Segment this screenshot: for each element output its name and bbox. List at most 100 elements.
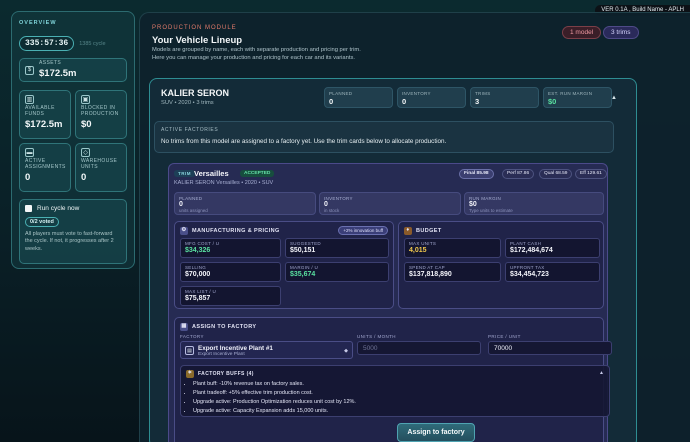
assign-to-factory-button[interactable]: Assign to factory [397, 423, 475, 442]
run-cycle-description: All players must vote to fast-forward th… [25, 231, 114, 252]
star-icon: ✶ [186, 370, 194, 378]
run-cycle-card: Run cycle now 0/2 voted All players must… [19, 199, 127, 264]
assets-label: ASSETS [39, 60, 62, 67]
money-icon: $ [25, 65, 34, 75]
sidebar-title: OVERVIEW [19, 20, 57, 26]
trim-stat-run-margin: RUN MARGIN $0 Type units to estimate [464, 192, 604, 215]
gear-icon: ⚙ [180, 227, 188, 235]
stat-value: 0 [179, 201, 183, 208]
active-factories-text: No trims from this model are assigned to… [161, 138, 447, 145]
factory-select-sub: Export Incentive Plant [198, 352, 245, 357]
active-assignments-card: ▬ ACTIVE ASSIGNMENTS 0 [19, 143, 71, 192]
max-units-cell: MAX UNITS 4,015 [404, 238, 501, 258]
innovation-buff-badge: +2% innovation buff [338, 226, 388, 235]
price-label: PRICE / UNIT [488, 334, 521, 339]
plant-cash-cell: PLANT CASH $172,484,674 [505, 238, 600, 258]
list-item: Plant tradeoff: +5% effective trim produ… [193, 389, 356, 398]
page-title: Your Vehicle Lineup [152, 35, 243, 46]
model-name: KALIER SERON [161, 88, 230, 98]
available-funds-card: ▥ AVAILABLE FUNDS $172.5m [19, 90, 71, 139]
stat-value: $0 [548, 97, 557, 106]
cell-label: MFG COST / U [185, 241, 220, 246]
available-funds-value: $172.5m [25, 118, 63, 130]
run-cycle-checkbox[interactable] [25, 205, 32, 212]
model-card: KALIER SERON SUV • 2020 • 3 trims PLANNE… [149, 78, 637, 442]
run-cycle-label: Run cycle now [37, 205, 80, 212]
run-cycle-toggle[interactable]: Run cycle now [25, 205, 121, 212]
cell-label: PLANT CASH [510, 241, 542, 246]
model-stat-trims: TRIMS 3 [470, 87, 539, 108]
stat-label: TRIMS [475, 91, 491, 96]
units-input[interactable]: 5000 [357, 341, 481, 355]
model-count-pill: 1 model [562, 26, 602, 39]
manufacturing-title: MANUFACTURING & PRICING [192, 228, 280, 234]
factory-select-name: Export Incentive Plant #1 [198, 345, 273, 352]
factory-select[interactable]: ▤ Export Incentive Plant #1 Export Incen… [180, 341, 353, 359]
flame-icon: ♦ [404, 227, 412, 235]
selling-cell: SELLING $70,000 [180, 262, 281, 282]
truck-icon: ▬ [25, 148, 34, 157]
list-item: Upgrade active: Capacity Expansion adds … [193, 407, 356, 416]
factory-label: FACTORY [180, 334, 204, 339]
active-assignments-label: ACTIVE ASSIGNMENTS [25, 158, 66, 170]
active-factories-box: ACTIVE FACTORIES No trims from this mode… [154, 121, 614, 153]
upfront-tax-cell: UPFRONT TAX $34,454,723 [505, 262, 600, 282]
stat-value: 0 [402, 97, 407, 106]
stat-value: 0 [329, 97, 334, 106]
blocked-label: BLOCKED IN PRODUCTION [81, 105, 119, 117]
cell-value: $34,454,723 [510, 271, 549, 278]
chevron-up-icon[interactable]: ▲ [599, 370, 604, 376]
cell-label: MARGIN / U [290, 265, 319, 270]
cell-value: $34,326 [185, 247, 211, 254]
cell-value: $35,674 [290, 271, 316, 278]
trim-stat-planned: PLANNED 0 units assigned [174, 192, 316, 215]
warehouse-label: WAREHOUSE UNITS [81, 158, 118, 170]
active-factories-title: ACTIVE FACTORIES [161, 127, 219, 133]
available-funds-label: AVAILABLE FUNDS [25, 105, 55, 117]
assign-factory-panel: ▦ ASSIGN TO FACTORY FACTORY UNITS / MONT… [174, 317, 612, 442]
overview-sidebar: OVERVIEW 335:57:36 1385 cycle $ ASSETS $… [11, 11, 135, 269]
factory-buffs-list: Plant buff: -10% revenue tax on factory … [193, 380, 356, 416]
cell-value: $70,000 [185, 271, 211, 278]
spend-at-cap-cell: SPEND AT CAP $137,818,890 [404, 262, 501, 282]
margin-cell: MARGIN / U $35,674 [285, 262, 389, 282]
stat-label: INVENTORY [402, 91, 431, 96]
model-stat-margin: EST. RUN MARGIN $0 [543, 87, 612, 108]
cycle-timer-row: 335:57:36 1385 cycle [19, 36, 127, 51]
cell-label: SUGGESTED [290, 241, 321, 246]
score-qual: Qual 68.59 [539, 169, 573, 179]
model-stat-planned: PLANNED 0 [324, 87, 393, 108]
warehouse-value: 0 [81, 171, 87, 183]
cell-value: $50,151 [290, 247, 316, 254]
stat-sub: in stock [324, 208, 340, 213]
stat-value: 0 [324, 201, 328, 208]
mfg-cost-cell: MFG COST / U $34,326 [180, 238, 281, 258]
manufacturing-panel: ⚙ MANUFACTURING & PRICING +2% innovation… [174, 221, 394, 309]
budget-panel: ♦ BUDGET MAX UNITS 4,015 PLANT CASH $172… [398, 221, 604, 309]
cell-value: $137,818,890 [409, 271, 452, 278]
manufacturing-header: ⚙ MANUFACTURING & PRICING [180, 227, 280, 235]
factory-buffs-header[interactable]: ✶ FACTORY BUFFS (4) [186, 370, 254, 378]
factory-buffs-box: ✶ FACTORY BUFFS (4) ▲ Plant buff: -10% r… [180, 365, 610, 417]
chevron-up-icon[interactable]: ▲ [611, 95, 617, 101]
cell-value: $172,484,674 [510, 247, 553, 254]
factory-icon: ▦ [180, 323, 188, 331]
max-list-cell: MAX LIST / U $75,857 [180, 286, 281, 306]
bank-icon: ▥ [25, 95, 34, 104]
cell-label: MAX UNITS [409, 241, 437, 246]
active-assignments-value: 0 [25, 171, 31, 183]
assign-title: ASSIGN TO FACTORY [192, 324, 257, 330]
budget-title: BUDGET [416, 228, 442, 234]
assets-card: $ ASSETS $172.5m [19, 58, 127, 82]
budget-header: ♦ BUDGET [404, 227, 442, 235]
score-final: Final 85.98 [459, 169, 494, 179]
cycle-count: 1385 cycle [79, 40, 106, 47]
cell-label: MAX LIST / U [185, 289, 217, 294]
price-input[interactable]: 70000 [488, 341, 612, 355]
cell-value: $75,857 [185, 295, 211, 302]
trim-count-pill: 3 trims [603, 26, 639, 39]
cycle-timer: 335:57:36 [19, 36, 75, 51]
stat-value: $0 [469, 201, 477, 208]
vote-count-badge: 0/2 voted [25, 217, 59, 227]
trim-stat-inventory: INVENTORY 0 in stock [319, 192, 461, 215]
